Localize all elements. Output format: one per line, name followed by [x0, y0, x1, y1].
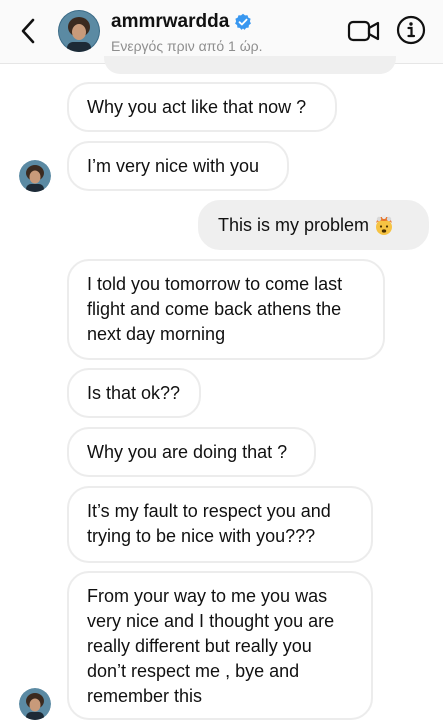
previous-message-bubble — [104, 56, 396, 74]
back-button[interactable] — [14, 16, 42, 46]
message-text: Why you act like that now ? — [87, 96, 307, 117]
my-message-bubble[interactable]: This is my problem — [198, 200, 429, 250]
message-line: next day morning — [87, 324, 226, 344]
chevron-left-icon — [21, 18, 35, 44]
message-text: It’s my fault to respect you and trying … — [87, 499, 331, 549]
chat-header: ammrwardda Ενεργός πριν από 1 ώρ. — [0, 0, 443, 64]
username[interactable]: ammrwardda — [111, 11, 252, 33]
activity-status: Ενεργός πριν από 1 ώρ. — [111, 38, 263, 54]
message-line: remember this — [87, 686, 203, 706]
verified-badge-icon — [235, 13, 252, 30]
message-bubble[interactable]: I told you tomorrow to come last flight … — [67, 259, 385, 360]
message-bubble[interactable]: Why you are doing that ? — [67, 427, 316, 477]
message-line: trying to be nice with you??? — [87, 526, 316, 546]
message-line: From your way to me you was — [87, 586, 328, 606]
message-bubble[interactable]: Is that ok?? — [67, 368, 201, 418]
video-call-button[interactable] — [347, 18, 381, 44]
message-line: It’s my fault to respect you and — [87, 501, 331, 521]
message-bubble[interactable]: From your way to me you was very nice an… — [67, 571, 373, 720]
message-bubble[interactable]: I’m very nice with you — [67, 141, 289, 191]
message-line: I told you tomorrow to come last — [87, 274, 343, 294]
message-text: From your way to me you was very nice an… — [87, 584, 334, 709]
video-camera-icon — [347, 20, 380, 42]
sender-avatar[interactable] — [19, 160, 51, 192]
exploding-head-emoji — [376, 215, 393, 235]
message-line: don’t respect me , bye and — [87, 661, 300, 681]
message-text: I’m very nice with you — [87, 155, 260, 176]
message-line: really different but really you — [87, 636, 312, 656]
sender-avatar[interactable] — [19, 688, 51, 720]
message-text: Is that ok?? — [87, 382, 181, 403]
message-bubble[interactable]: It’s my fault to respect you and trying … — [67, 486, 373, 563]
username-text: ammrwardda — [111, 11, 230, 32]
message-line: very nice and I thought you are — [87, 611, 335, 631]
message-text: I told you tomorrow to come last flight … — [87, 272, 342, 347]
message-line: flight and come back athens the — [87, 299, 342, 319]
info-icon — [396, 15, 426, 45]
header-avatar[interactable] — [58, 10, 100, 52]
message-text: Why you are doing that ? — [87, 441, 288, 462]
info-button[interactable] — [396, 15, 426, 45]
message-bubble[interactable]: Why you act like that now ? — [67, 82, 337, 132]
message-text: This is my problem — [218, 214, 370, 235]
